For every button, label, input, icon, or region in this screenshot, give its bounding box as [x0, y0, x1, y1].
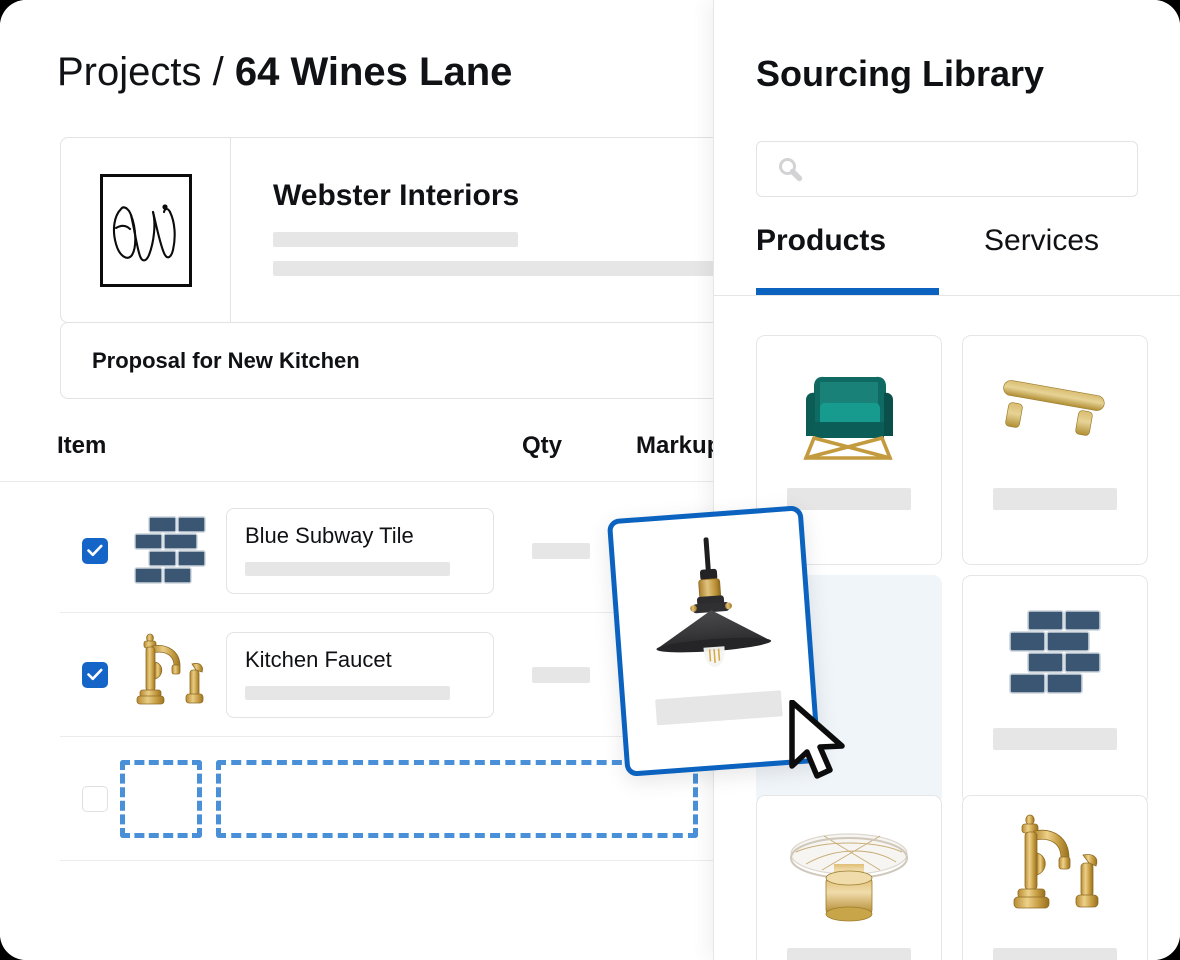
product-image — [757, 796, 941, 948]
row-name-field[interactable]: Blue Subway Tile — [226, 507, 494, 594]
drop-zone-fields-placeholder — [216, 760, 698, 838]
library-tabs: Products Services — [714, 220, 1180, 296]
breadcrumb-current: 64 Wines Lane — [234, 50, 513, 94]
client-name: Webster Interiors — [273, 179, 520, 212]
monogram-w-icon — [112, 204, 176, 262]
proposal-card[interactable]: Proposal for New Kitchen — [60, 322, 760, 399]
breadcrumb: Projects / 64 Wines Lane — [57, 48, 512, 96]
green-armchair-icon — [803, 376, 893, 460]
product-name-skeleton — [993, 488, 1117, 510]
row-description-skeleton — [245, 685, 450, 700]
subway-tile-icon — [1009, 610, 1101, 694]
row-checkbox[interactable] — [82, 785, 108, 812]
app-window: Projects / 64 Wines Lane Webster Interio… — [0, 0, 1180, 960]
client-info: Webster Interiors — [231, 138, 759, 322]
product-card[interactable] — [962, 335, 1148, 565]
row-qty-skeleton — [532, 542, 590, 559]
check-icon — [87, 668, 103, 681]
product-name-skeleton — [787, 948, 911, 960]
kitchen-faucet-icon — [136, 633, 204, 704]
row-thumbnail — [126, 631, 214, 719]
tab-services[interactable]: Services — [984, 224, 1099, 278]
client-detail-skeleton-2 — [273, 261, 733, 276]
kitchen-faucet-icon — [1013, 814, 1099, 909]
arrow-cursor-icon — [788, 699, 854, 784]
row-checkbox[interactable] — [82, 537, 108, 564]
breadcrumb-root[interactable]: Projects — [57, 50, 202, 94]
check-icon — [87, 544, 103, 557]
row-checkbox[interactable] — [82, 661, 108, 688]
breadcrumb-separator: / — [212, 50, 224, 94]
column-header-item: Item — [57, 432, 107, 459]
product-card[interactable] — [756, 795, 942, 960]
drop-zone-image-placeholder — [120, 760, 202, 838]
column-header-markup: Markup — [636, 432, 722, 459]
client-logo-box — [99, 173, 192, 287]
client-card[interactable]: Webster Interiors — [60, 137, 760, 323]
product-name-skeleton — [787, 488, 911, 510]
line-items-table-header: Item Qty Markup — [0, 432, 721, 482]
column-header-qty: Qty — [522, 432, 563, 459]
tab-products[interactable]: Products — [756, 224, 886, 278]
product-card[interactable] — [962, 795, 1148, 960]
row-item-name: Blue Subway Tile — [245, 522, 414, 548]
product-name-skeleton — [993, 728, 1117, 750]
dragged-product-image — [612, 511, 811, 702]
search-input[interactable] — [813, 158, 1103, 180]
page-title: Sourcing Library — [756, 53, 1045, 94]
search-icon — [777, 156, 803, 182]
row-thumbnail — [126, 507, 214, 595]
search-box[interactable] — [756, 141, 1138, 197]
sourcing-library-panel: Sourcing Library Products Services — [713, 0, 1180, 960]
project-panel: Projects / 64 Wines Lane Webster Interio… — [0, 0, 760, 960]
drop-zone[interactable] — [120, 760, 698, 838]
brass-handle-icon — [1003, 380, 1105, 436]
product-image — [757, 336, 941, 488]
client-logo-cell — [61, 138, 231, 322]
product-image — [963, 796, 1147, 948]
table-row-empty — [60, 861, 760, 960]
active-tab-indicator — [756, 288, 939, 295]
product-image — [963, 576, 1147, 728]
product-name-skeleton — [993, 948, 1117, 960]
row-item-name: Kitchen Faucet — [245, 646, 392, 672]
row-name-field[interactable]: Kitchen Faucet — [226, 631, 494, 718]
client-detail-skeleton-1 — [273, 232, 518, 247]
product-image — [963, 336, 1147, 488]
marble-table-icon — [790, 833, 908, 922]
proposal-title: Proposal for New Kitchen — [92, 347, 360, 373]
pendant-lamp-icon — [656, 537, 772, 667]
row-qty-skeleton — [532, 666, 590, 683]
row-description-skeleton — [245, 561, 450, 576]
subway-tile-icon — [134, 515, 206, 584]
product-card[interactable] — [962, 575, 1148, 805]
